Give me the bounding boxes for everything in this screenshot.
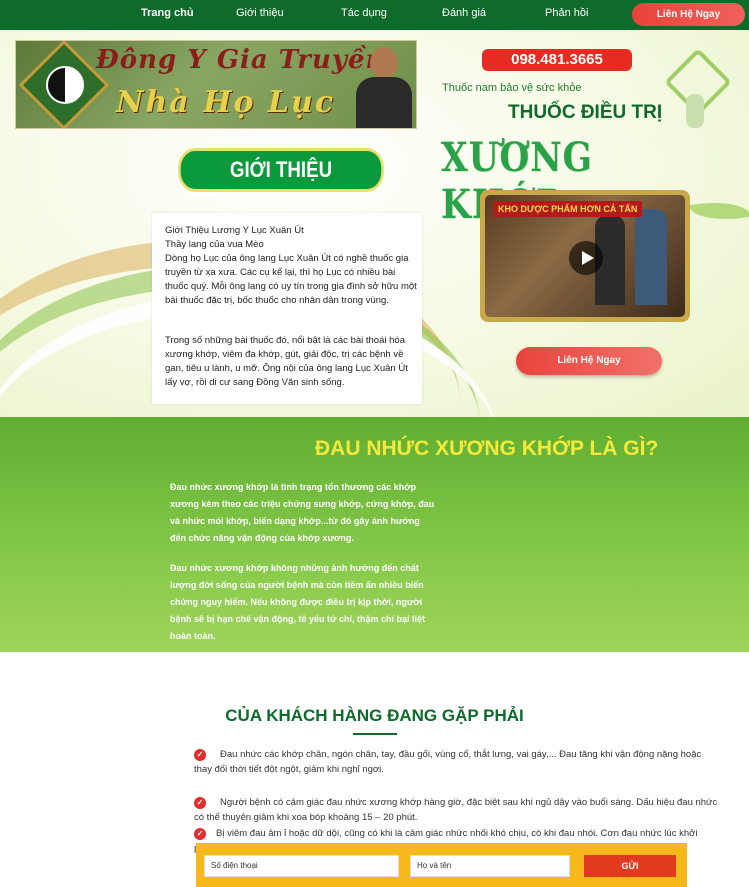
brand-logo[interactable]: Đông Y Gia Truyền Nhà Họ Lục: [15, 40, 417, 129]
intro-line-subtitle: Thầy lang của vua Mèo: [165, 239, 264, 250]
nav-item-about[interactable]: Giới thiệu: [236, 7, 284, 19]
nav-item-effects[interactable]: Tác dụng: [341, 7, 387, 19]
customers-title-text: CỦA KHÁCH HÀNG ĐANG GẶP PHẢI: [225, 706, 524, 725]
submit-button[interactable]: GỬI: [584, 855, 676, 877]
hero-section: Đông Y Gia Truyền Nhà Họ Lục GIỚI THIỆU …: [0, 30, 749, 417]
play-icon[interactable]: [569, 241, 603, 275]
intro-paragraph: Dòng họ Lục của ông lang Lục Xuân Út có …: [165, 253, 417, 306]
hero-subheading: THUỐC ĐIỀU TRỊ: [508, 102, 663, 123]
contact-form: Số điện thoại Họ và tên GỬI: [196, 843, 687, 887]
logo-text-line2: Nhà Họ Lục: [116, 85, 336, 120]
hero-tagline: Thuốc nam bảo vệ sức khỏe: [442, 82, 582, 94]
nav-item-home[interactable]: Trang chủ: [141, 7, 194, 19]
video-thumbnail[interactable]: KHO DƯỢC PHẨM HƠN CẢ TẤN: [480, 190, 690, 322]
logo-text-line1: Đông Y Gia Truyền: [96, 45, 386, 75]
about-section: ĐAU NHỨC XƯƠNG KHỚP LÀ GÌ? Đau nhức xươn…: [0, 417, 749, 652]
video-badge: KHO DƯỢC PHẨM HƠN CẢ TẤN: [493, 201, 643, 217]
title-underline: [353, 733, 397, 735]
about-title: ĐAU NHỨC XƯƠNG KHỚP LÀ GÌ?: [315, 437, 659, 460]
nav-item-feedback[interactable]: Phản hồi: [545, 7, 588, 19]
list-item: Người bệnh có cảm giác đau nhức xương kh…: [194, 797, 718, 823]
intro-heading: GIỚI THIỆU: [178, 148, 384, 192]
about-paragraph: Đau nhức xương khớp là tình trạng tổn th…: [170, 482, 435, 543]
top-nav: Trang chủ Giới thiệu Tác dụng Đánh giá P…: [0, 0, 749, 30]
about-paragraph: Đau nhức xương khớp không những ảnh hưởn…: [170, 563, 426, 641]
yin-yang-icon: [46, 66, 84, 104]
list-item: Đau nhức các khớp chân, ngón chân, tay, …: [194, 749, 702, 775]
doctor-photo: [356, 47, 412, 128]
intro-line-title: Giới Thiệu Lương Y Lục Xuân Út: [165, 225, 304, 236]
hero-contact-button[interactable]: Liên Hệ Ngay: [516, 347, 662, 375]
nav-item-reviews[interactable]: Đánh giá: [442, 7, 486, 19]
intro-paragraph: Trong số những bài thuốc đó, nổi bật là …: [165, 335, 408, 388]
phone-input[interactable]: Số điện thoại: [204, 855, 399, 877]
customers-title: CỦA KHÁCH HÀNG ĐANG GẶP PHẢI: [0, 706, 749, 735]
joint-icon: [664, 48, 732, 134]
name-input[interactable]: Họ và tên: [410, 855, 570, 877]
nav-contact-button[interactable]: Liên Hệ Ngay: [632, 3, 745, 26]
intro-text-box: Giới Thiệu Lương Y Lục Xuân Út Thầy lang…: [152, 213, 422, 404]
hotline-badge[interactable]: 098.481.3665: [482, 49, 632, 71]
